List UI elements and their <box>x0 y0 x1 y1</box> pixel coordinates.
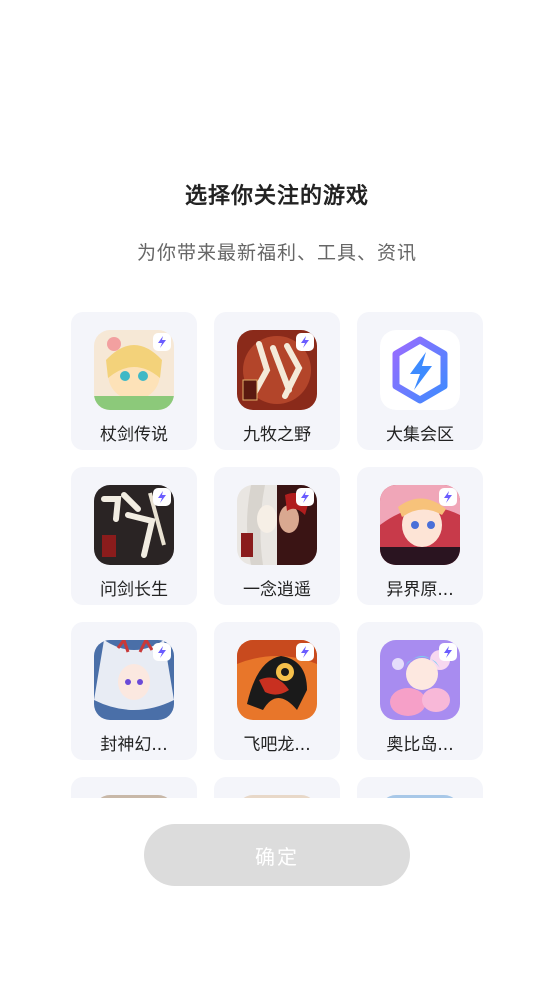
lightning-badge-icon <box>153 488 171 506</box>
lightning-badge-icon <box>296 643 314 661</box>
game-name: 封神幻... <box>100 735 168 755</box>
game-name: 异界原... <box>386 580 454 600</box>
game-card-zhangjian[interactable]: 杖剑传说 <box>71 312 197 450</box>
game-icon-yijie <box>380 485 460 565</box>
game-icon-partial <box>94 795 174 798</box>
game-icon-partial <box>380 795 460 798</box>
game-name: 杖剑传说 <box>100 425 168 445</box>
game-card-fengshen[interactable]: 封神幻... <box>71 622 197 760</box>
game-card-feiba[interactable]: 飞吧龙... <box>214 622 340 760</box>
game-name: 问剑长生 <box>100 580 168 600</box>
game-card-wenjian[interactable]: 问剑长生 <box>71 467 197 605</box>
lightning-badge-icon <box>153 643 171 661</box>
game-name: 一念逍遥 <box>243 580 311 600</box>
lightning-badge-icon <box>296 488 314 506</box>
game-icon-aobi <box>380 640 460 720</box>
page-subtitle: 为你带来最新福利、工具、资讯 <box>136 242 417 264</box>
game-card-partial[interactable] <box>71 777 197 798</box>
game-card-partial[interactable] <box>214 777 340 798</box>
game-icon-wenjian <box>94 485 174 565</box>
lightning-badge-icon <box>439 643 457 661</box>
game-icon-zhangjian <box>94 330 174 410</box>
game-grid-scroll[interactable]: 杖剑传说 九牧之野 大集会区 问剑长生 一念逍遥 异界原... 封神幻... 飞… <box>0 312 554 798</box>
lightning-badge-icon <box>153 333 171 351</box>
game-name: 九牧之野 <box>243 425 311 445</box>
game-name: 飞吧龙... <box>243 735 311 755</box>
game-card-yijie[interactable]: 异界原... <box>357 467 483 605</box>
game-card-partial[interactable] <box>357 777 483 798</box>
game-card-aobi[interactable]: 奥比岛... <box>357 622 483 760</box>
game-name: 大集会区 <box>386 425 454 445</box>
game-grid: 杖剑传说 九牧之野 大集会区 问剑长生 一念逍遥 异界原... 封神幻... 飞… <box>71 312 483 798</box>
game-icon-partial <box>237 795 317 798</box>
game-icon-yinian <box>237 485 317 565</box>
lightning-badge-icon <box>439 488 457 506</box>
page-title: 选择你关注的游戏 <box>184 184 369 209</box>
game-card-jiumu[interactable]: 九牧之野 <box>214 312 340 450</box>
game-card-daji[interactable]: 大集会区 <box>357 312 483 450</box>
game-icon-feiba <box>237 640 317 720</box>
lightning-badge-icon <box>296 333 314 351</box>
game-icon-jiumu <box>237 330 317 410</box>
lightning-logo-icon <box>380 330 460 410</box>
confirm-button[interactable]: 确定 <box>144 824 410 886</box>
game-card-yinian[interactable]: 一念逍遥 <box>214 467 340 605</box>
game-icon-fengshen <box>94 640 174 720</box>
game-name: 奥比岛... <box>386 735 454 755</box>
game-selection-page: 选择你关注的游戏 为你带来最新福利、工具、资讯 杖剑传说 九牧之野 大集会区 问… <box>0 0 554 984</box>
